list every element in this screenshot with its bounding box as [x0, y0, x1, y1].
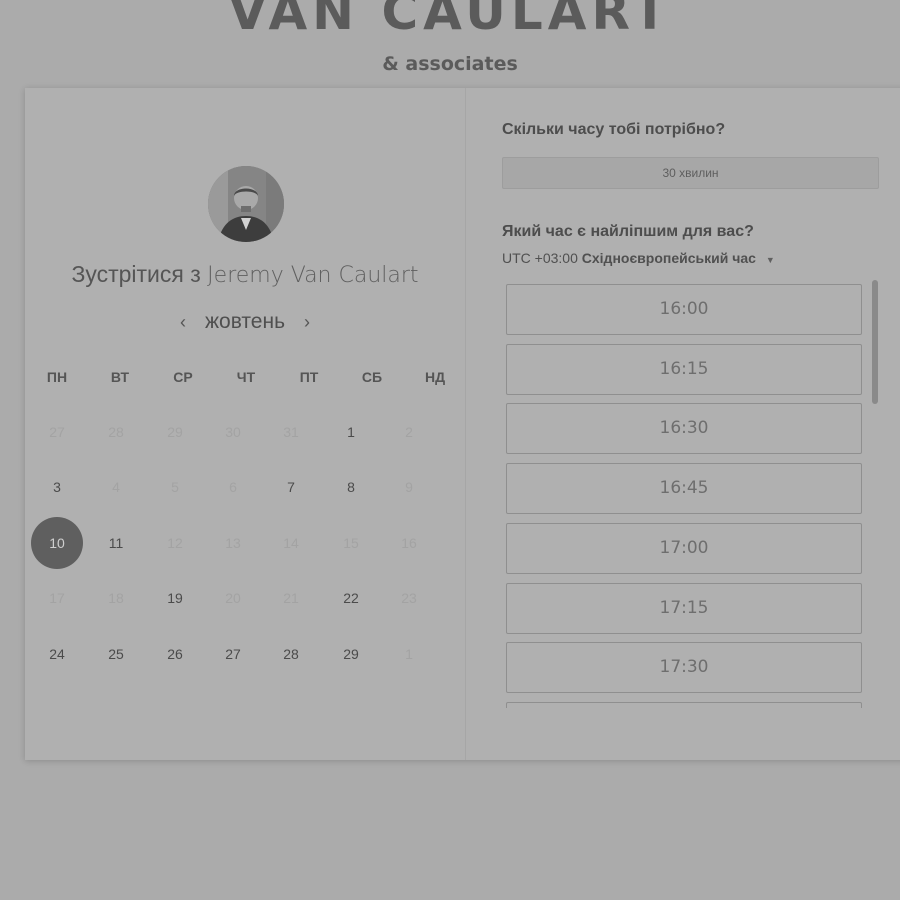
calendar-day[interactable]: 22	[326, 588, 376, 608]
calendar-day: 20	[225, 590, 241, 606]
time-slot-button[interactable]: 16:00	[506, 284, 862, 335]
calendar-day: 5	[171, 479, 179, 495]
calendar-day[interactable]: 7	[266, 477, 316, 497]
calendar-day: 1	[405, 646, 413, 662]
timezone-select[interactable]: UTC +03:00 Східноєвропейський час ▼	[502, 250, 775, 266]
calendar-day[interactable]: 28	[266, 644, 316, 664]
calendar-day: 13	[225, 535, 241, 551]
calendar-day[interactable]: 25	[91, 644, 141, 664]
duration-question: Скільки часу тобі потрібно?	[502, 121, 726, 138]
brand-subtitle: & associates	[382, 53, 518, 75]
time-slot-button[interactable]: 17:15	[506, 582, 862, 634]
calendar-day: 16	[401, 535, 417, 551]
time-question: Який час є найліпшим для вас?	[502, 223, 754, 240]
calendar-day: 23	[401, 590, 417, 606]
calendar-day: 2	[405, 424, 413, 440]
time-slot-list[interactable]: 16:00 16:15 16:30 16:45 17:00 17:15 17:30	[506, 284, 864, 708]
time-slot-button[interactable]: 16:45	[506, 463, 862, 515]
brand-name: VAN CAULART	[228, 0, 672, 41]
time-slot-button[interactable]: 16:15	[506, 343, 862, 395]
calendar-day: 21	[283, 590, 299, 606]
caret-down-icon: ▼	[765, 255, 775, 265]
calendar-day[interactable]: 24	[32, 644, 82, 664]
calendar-day[interactable]: 3	[32, 477, 82, 497]
calendar-day: 17	[49, 590, 65, 606]
timezone-offset: UTC +03:00	[502, 250, 578, 266]
calendar-pane: Зустрітися з Jeremy Van Caulart ‹ жовтен…	[25, 88, 466, 760]
calendar-day[interactable]: 11	[91, 533, 141, 553]
booking-card: Зустрітися з Jeremy Van Caulart ‹ жовтен…	[25, 88, 900, 760]
calendar-day: 12	[167, 535, 183, 551]
calendar-day: 15	[343, 535, 359, 551]
calendar-days-grid: 27 28 29 30 31 1 2 3 4 5 6 7 8 9 10 11 12 13 14 15 16 17 18 19 2…	[25, 88, 465, 760]
calendar-day: 27	[49, 424, 65, 440]
calendar-day: 18	[108, 590, 124, 606]
calendar-day[interactable]: 19	[150, 588, 200, 608]
calendar-day[interactable]: 26	[150, 644, 200, 664]
calendar-day: 28	[108, 424, 124, 440]
calendar-day: 14	[283, 535, 299, 551]
calendar-day[interactable]: 29	[326, 644, 376, 664]
calendar-day: 30	[225, 424, 241, 440]
calendar-day[interactable]: 27	[208, 644, 258, 664]
calendar-day: 9	[405, 479, 413, 495]
calendar-day: 6	[229, 479, 237, 495]
calendar-day[interactable]: 1	[326, 422, 376, 442]
timezone-name: Східноєвропейський час	[581, 250, 756, 266]
scrollbar-thumb[interactable]	[872, 280, 878, 404]
duration-select[interactable]: 30 хвилин	[502, 157, 879, 189]
calendar-day-selected[interactable]: 10	[31, 517, 83, 569]
time-slot-button[interactable]	[506, 701, 862, 708]
time-pane: Скільки часу тобі потрібно? 30 хвилин Як…	[466, 88, 900, 760]
calendar-day: 29	[167, 424, 183, 440]
calendar-day[interactable]: 8	[326, 477, 376, 497]
time-slot-button[interactable]: 17:30	[506, 642, 862, 694]
time-slot-button[interactable]: 17:00	[506, 522, 862, 574]
time-slot-button[interactable]: 16:30	[506, 403, 862, 455]
calendar-day: 31	[283, 424, 299, 440]
calendar-day: 4	[112, 479, 120, 495]
